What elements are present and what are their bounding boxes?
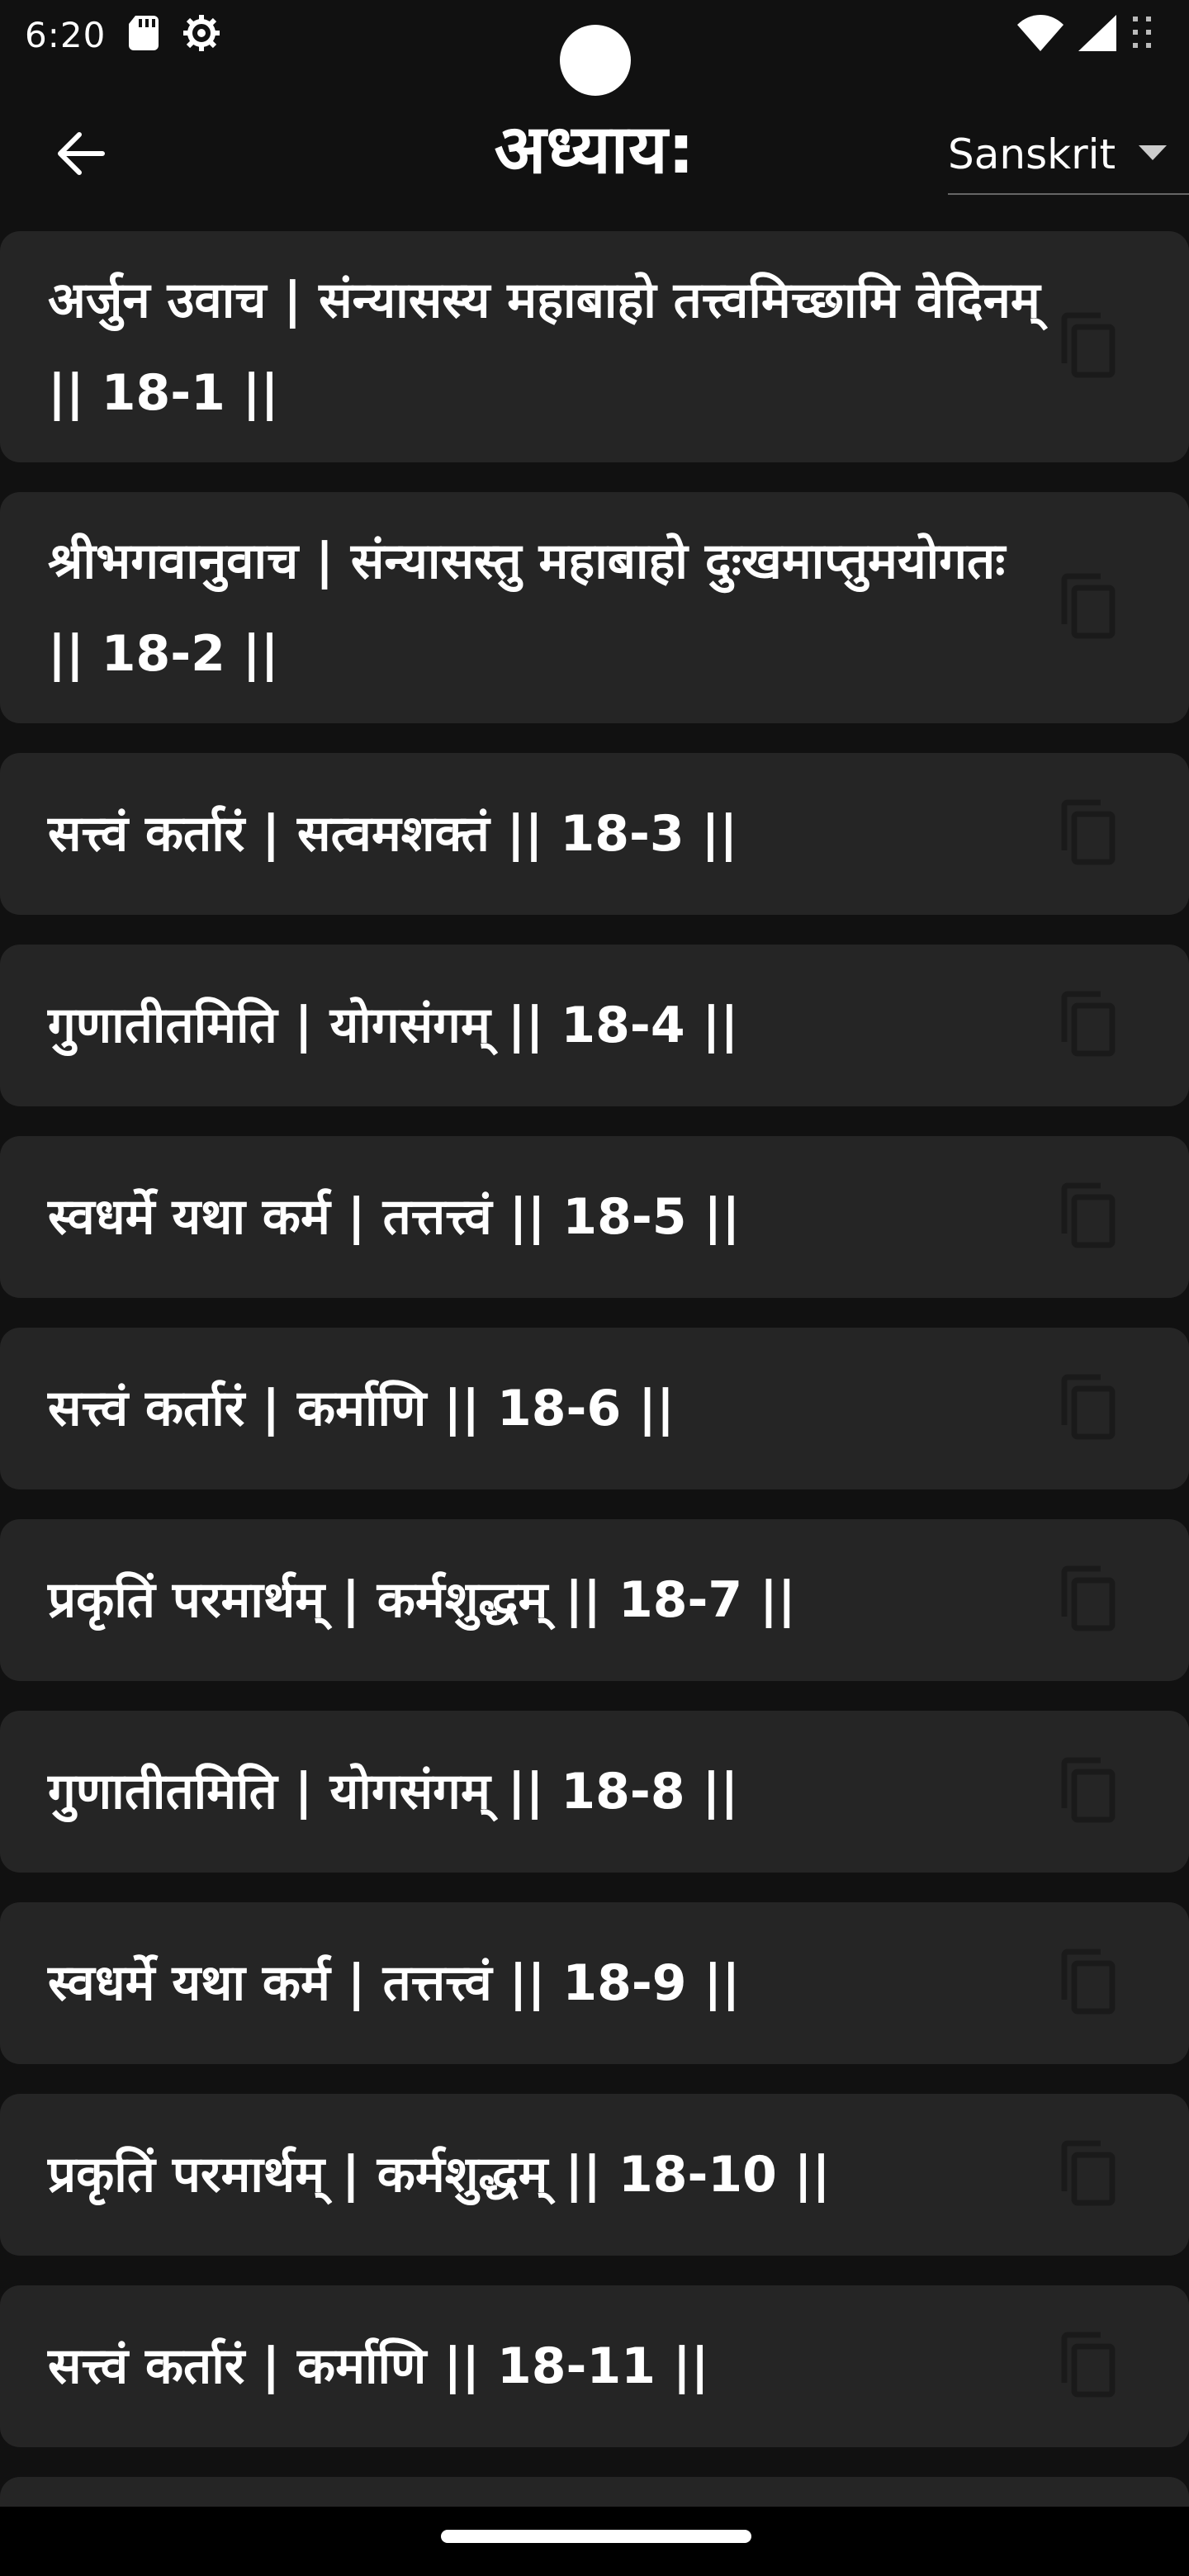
verse-text: प्रकृतिं परमार्थम् | कर्मशुद्धम् || 18-1… [48,2146,831,2204]
verse-text: स्वधर्मे यथा कर्म | तत्तत्त्वं || 18-9 |… [48,1954,741,2012]
copy-icon [1058,1949,1117,2018]
verse-card[interactable]: स्वधर्मे यथा कर्म | तत्तत्त्वं || 18-9 |… [0,1902,1189,2064]
copy-icon [1058,1182,1117,1252]
wifi-icon [1017,15,1063,54]
status-left: 6:20 [25,13,221,56]
verse-text: सत्त्वं कर्तारं | सत्वमशक्तं || 18-3 || [48,805,738,863]
status-bar: 6:20 [0,0,1189,96]
verse-card[interactable]: प्रकृतिं परमार्थम् | कर्मशुद्धम् || 18-7… [0,1519,1189,1681]
system-nav-bar [0,2507,1189,2576]
verse-card[interactable]: अर्जुन उवाच | संन्यासस्य महाबाहो तत्त्वम… [0,231,1189,462]
language-selected: Sanskrit [948,130,1116,178]
copy-button[interactable] [1050,310,1125,384]
copy-button[interactable] [1050,2138,1125,2212]
copy-button[interactable] [1050,571,1125,645]
verse-card[interactable]: सत्त्वं कर्तारं | कर्माणि || 18-11 || [0,2285,1189,2447]
status-time: 6:20 [25,14,107,55]
chevron-down-icon [1139,145,1168,163]
language-dropdown[interactable]: Sanskrit [948,116,1189,195]
copy-button[interactable] [1050,1754,1125,1829]
copy-icon [1058,1757,1117,1826]
verse-text: अर्जुन उवाच | संन्यासस्य महाबाहो तत्त्वम… [48,272,1040,422]
verse-card[interactable]: श्रीभगवानुवाच | संन्यासस्तु महाबाहो दुःख… [0,492,1189,723]
cell-signal-icon [1078,15,1116,54]
verse-text: गुणातीतमिति | योगसंगम् || 18-4 || [48,997,739,1054]
app-bar: अध्याय: Sanskrit [0,91,1189,206]
settings-icon [182,13,221,56]
verse-text: सत्त्वं कर्तारं | कर्माणि || 18-11 || [48,2337,709,2395]
verse-card[interactable]: सत्त्वं कर्तारं | कर्माणि || 18-6 || [0,1328,1189,1489]
copy-button[interactable] [1050,1946,1125,2020]
verse-text: सत्त्वं कर्तारं | कर्माणि || 18-6 || [48,1380,675,1437]
verse-card[interactable]: सत्त्वं कर्तारं | सत्वमशक्तं || 18-3 || [0,753,1189,915]
verse-text: स्वधर्मे यथा कर्म | तत्तत्त्वं || 18-5 |… [48,1188,741,1246]
copy-button[interactable] [1050,2329,1125,2403]
copy-icon [1058,991,1117,1060]
copy-icon [1058,2140,1117,2209]
verse-text: प्रकृतिं परमार्थम् | कर्मशुद्धम् || 18-7… [48,1571,796,1629]
status-right [1017,15,1156,54]
camera-cutout [560,25,631,96]
copy-icon [1058,1565,1117,1635]
verse-text: श्रीभगवानुवाच | संन्यासस्तु महाबाहो दुःख… [48,533,1006,683]
copy-icon [1058,573,1117,642]
verse-card[interactable]: गुणातीतमिति | योगसंगम् || 18-8 || [0,1711,1189,1873]
copy-button[interactable] [1050,1180,1125,1254]
copy-icon [1058,2332,1117,2401]
copy-button[interactable] [1050,797,1125,871]
battery-icon [1131,15,1156,54]
verse-card[interactable]: गुणातीतमिति | योगसंगम् || 18-4 || [0,945,1189,1106]
copy-button[interactable] [1050,1563,1125,1637]
copy-icon [1058,312,1117,381]
copy-button[interactable] [1050,988,1125,1063]
verse-text: गुणातीतमिति | योगसंगम् || 18-8 || [48,1763,739,1821]
copy-icon [1058,1374,1117,1443]
verse-card[interactable]: स्वधर्मे यथा कर्म | तत्तत्त्वं || 18-5 |… [0,1136,1189,1298]
verse-card[interactable]: प्रकृतिं परमार्थम् | कर्मशुद्धम् || 18-1… [0,2094,1189,2256]
copy-button[interactable] [1050,1371,1125,1446]
home-gesture-handle[interactable] [441,2530,751,2543]
copy-icon [1058,799,1117,869]
sd-card-icon [129,16,159,54]
